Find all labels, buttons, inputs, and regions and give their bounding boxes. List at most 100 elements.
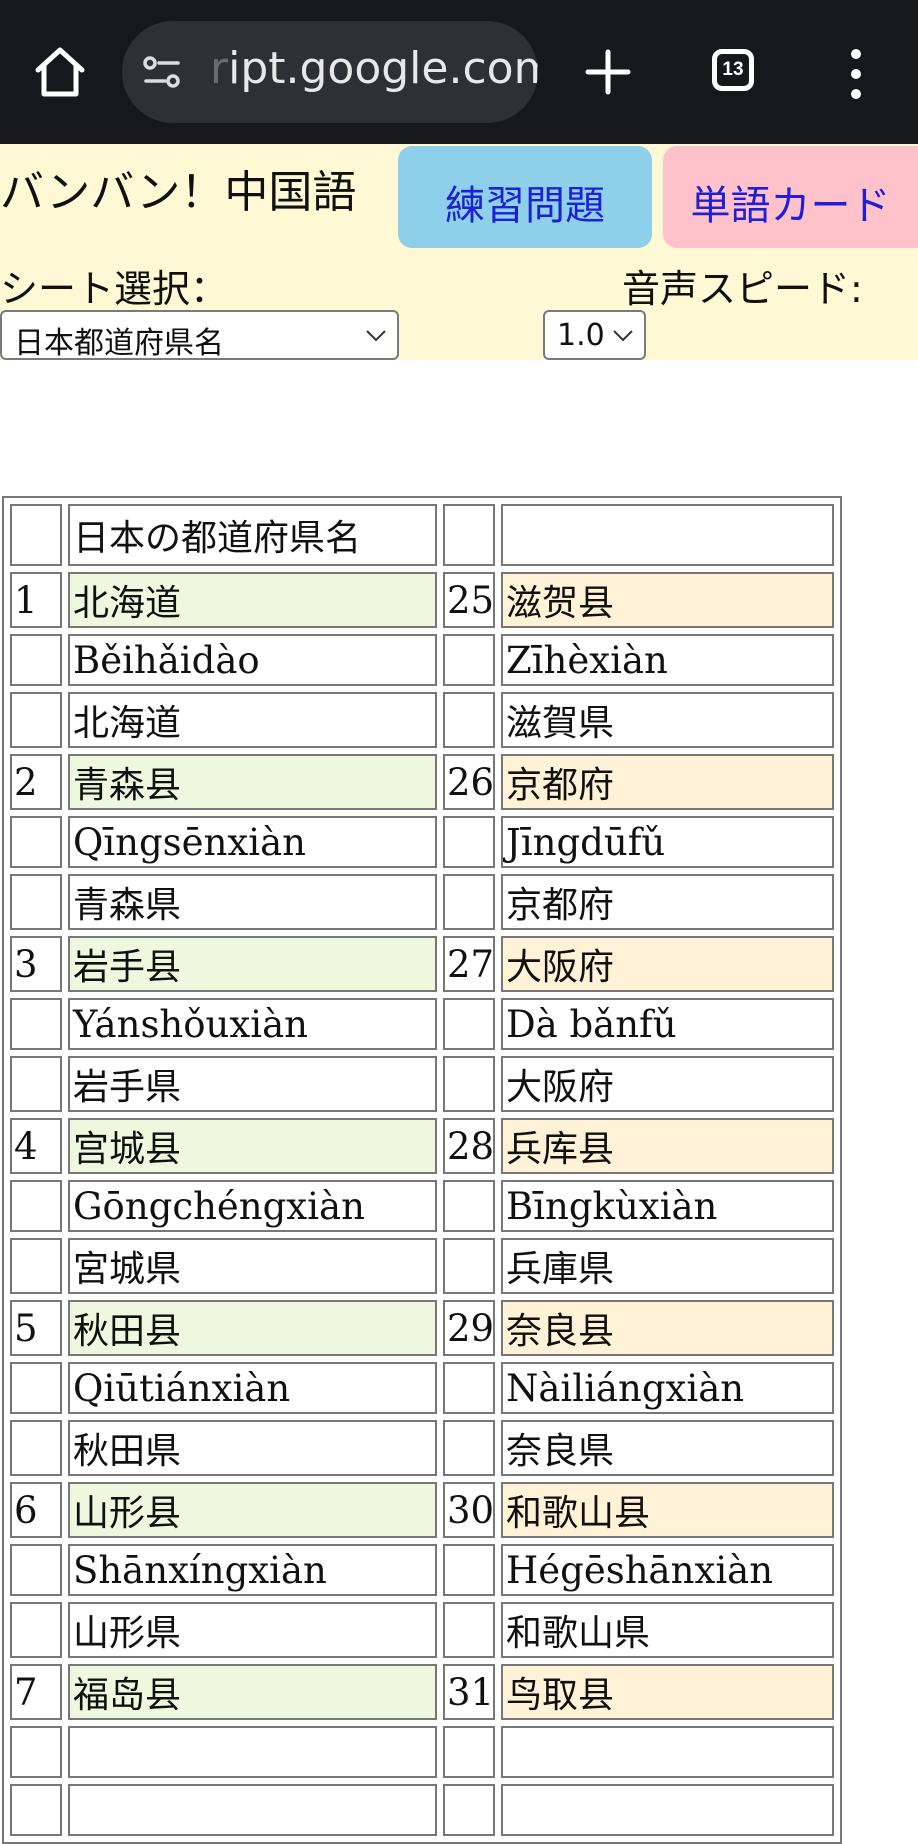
chinese-name-right[interactable]: 大阪府 xyxy=(501,936,834,992)
row-number-left: 4 xyxy=(10,1118,62,1174)
japanese-name-right: 和歌山県 xyxy=(501,1602,834,1658)
empty-cell xyxy=(10,1602,62,1658)
chinese-name-left[interactable]: 青森县 xyxy=(68,754,437,810)
japanese-name-right: 大阪府 xyxy=(501,1056,834,1112)
table-row-chinese: 5 秋田县 29 奈良县 xyxy=(10,1300,834,1356)
pinyin-right: Dà bǎnfǔ xyxy=(501,998,834,1050)
japanese-name-right xyxy=(501,1784,834,1836)
table-row-japanese: 山形県 和歌山県 xyxy=(10,1602,834,1658)
empty-cell xyxy=(443,1420,495,1476)
empty-cell xyxy=(10,1238,62,1294)
chinese-name-right[interactable]: 和歌山县 xyxy=(501,1482,834,1538)
japanese-name-left: 山形県 xyxy=(68,1602,437,1658)
chinese-name-left[interactable]: 宫城县 xyxy=(68,1118,437,1174)
empty-cell xyxy=(10,1544,62,1596)
chinese-name-right[interactable]: 京都府 xyxy=(501,754,834,810)
app-title: バンバン！中国語 xyxy=(0,167,357,218)
empty-cell xyxy=(443,1056,495,1112)
table-row-pinyin xyxy=(10,1726,834,1778)
pinyin-left: Yánshǒuxiàn xyxy=(68,998,437,1050)
table-header-num-left xyxy=(10,504,62,566)
site-settings-icon[interactable] xyxy=(142,54,182,90)
empty-cell xyxy=(443,1602,495,1658)
japanese-name-right: 奈良県 xyxy=(501,1420,834,1476)
chevron-down-icon xyxy=(366,330,386,342)
empty-cell xyxy=(443,874,495,930)
pinyin-left: Qiūtiánxiàn xyxy=(68,1362,437,1414)
row-number-right: 25 xyxy=(443,572,495,628)
table-row-japanese: 青森県 京都府 xyxy=(10,874,834,930)
speed-select-label: 音声スピード: xyxy=(622,267,863,311)
row-number-left: 2 xyxy=(10,754,62,810)
chinese-name-right[interactable]: 兵库县 xyxy=(501,1118,834,1174)
flashcards-button[interactable]: 単語カード xyxy=(663,146,918,248)
row-number-left: 5 xyxy=(10,1300,62,1356)
sheet-select-value: 日本都道府県名 xyxy=(14,326,224,360)
row-number-right: 31 xyxy=(443,1664,495,1720)
chinese-name-right[interactable]: 鸟取县 xyxy=(501,1664,834,1720)
empty-cell xyxy=(10,874,62,930)
speed-select[interactable]: 1.0 xyxy=(543,310,646,360)
chinese-name-left[interactable]: 岩手县 xyxy=(68,936,437,992)
chinese-name-left[interactable]: 山形县 xyxy=(68,1482,437,1538)
empty-cell xyxy=(443,1238,495,1294)
new-tab-icon[interactable] xyxy=(584,48,632,96)
row-number-right: 27 xyxy=(443,936,495,992)
table-row-pinyin: Yánshǒuxiàn Dà bǎnfǔ xyxy=(10,998,834,1050)
table-header-row: 日本の都道府県名 xyxy=(10,504,834,566)
sheet-select-label: シート選択： xyxy=(0,267,229,311)
empty-cell xyxy=(10,1362,62,1414)
table-row-pinyin: Shānxíngxiàn Hégēshānxiàn xyxy=(10,1544,834,1596)
table-row-pinyin: Gōngchéngxiàn Bīngkùxiàn xyxy=(10,1180,834,1232)
home-icon[interactable] xyxy=(32,44,88,100)
row-number-left: 7 xyxy=(10,1664,62,1720)
empty-cell xyxy=(10,1056,62,1112)
empty-cell xyxy=(443,1362,495,1414)
pinyin-left: Gōngchéngxiàn xyxy=(68,1180,437,1232)
pinyin-right: Nàiliángxiàn xyxy=(501,1362,834,1414)
table-row-pinyin: Qīngsēnxiàn Jīngdūfǔ xyxy=(10,816,834,868)
url-text[interactable]: ript.google.com xyxy=(210,43,538,94)
tab-count: 13 xyxy=(722,59,744,80)
practice-button-label: 練習問題 xyxy=(445,183,605,229)
address-bar[interactable]: ript.google.com xyxy=(122,21,538,123)
empty-cell xyxy=(443,816,495,868)
pinyin-right: Hégēshānxiàn xyxy=(501,1544,834,1596)
browser-toolbar: ript.google.com 13 xyxy=(0,0,918,144)
practice-button[interactable]: 練習問題 xyxy=(398,146,652,248)
empty-cell xyxy=(10,998,62,1050)
chinese-name-left[interactable]: 福岛县 xyxy=(68,1664,437,1720)
chinese-name-left[interactable]: 北海道 xyxy=(68,572,437,628)
table-row-chinese: 4 宫城县 28 兵库县 xyxy=(10,1118,834,1174)
pinyin-right: Jīngdūfǔ xyxy=(501,816,834,868)
pinyin-right xyxy=(501,1726,834,1778)
row-number-left: 6 xyxy=(10,1482,62,1538)
japanese-name-left: 北海道 xyxy=(68,692,437,748)
table-header-right xyxy=(501,504,834,566)
pinyin-left: Běihǎidào xyxy=(68,634,437,686)
more-menu-icon[interactable] xyxy=(846,48,866,100)
chinese-name-left[interactable]: 秋田县 xyxy=(68,1300,437,1356)
japanese-name-left: 青森県 xyxy=(68,874,437,930)
chinese-name-right[interactable]: 奈良县 xyxy=(501,1300,834,1356)
japanese-name-left xyxy=(68,1784,437,1836)
row-number-left: 1 xyxy=(10,572,62,628)
empty-cell xyxy=(10,692,62,748)
table-header-num-right xyxy=(443,504,495,566)
pinyin-right: Zīhèxiàn xyxy=(501,634,834,686)
table-row-chinese: 1 北海道 25 滋贺县 xyxy=(10,572,834,628)
table-header-left: 日本の都道府県名 xyxy=(68,504,437,566)
table-row-japanese: 秋田県 奈良県 xyxy=(10,1420,834,1476)
table-row-japanese: 北海道 滋賀県 xyxy=(10,692,834,748)
tab-switcher-button[interactable]: 13 xyxy=(712,49,754,91)
empty-cell xyxy=(443,1180,495,1232)
japanese-name-right: 京都府 xyxy=(501,874,834,930)
sheet-select[interactable]: 日本都道府県名 xyxy=(0,310,399,360)
row-number-right: 29 xyxy=(443,1300,495,1356)
pinyin-right: Bīngkùxiàn xyxy=(501,1180,834,1232)
url-visible: ipt.google.com xyxy=(228,43,538,94)
empty-cell xyxy=(443,1784,495,1836)
chinese-name-right[interactable]: 滋贺县 xyxy=(501,572,834,628)
japanese-name-right: 滋賀県 xyxy=(501,692,834,748)
url-faded-prefix: r xyxy=(210,43,229,94)
